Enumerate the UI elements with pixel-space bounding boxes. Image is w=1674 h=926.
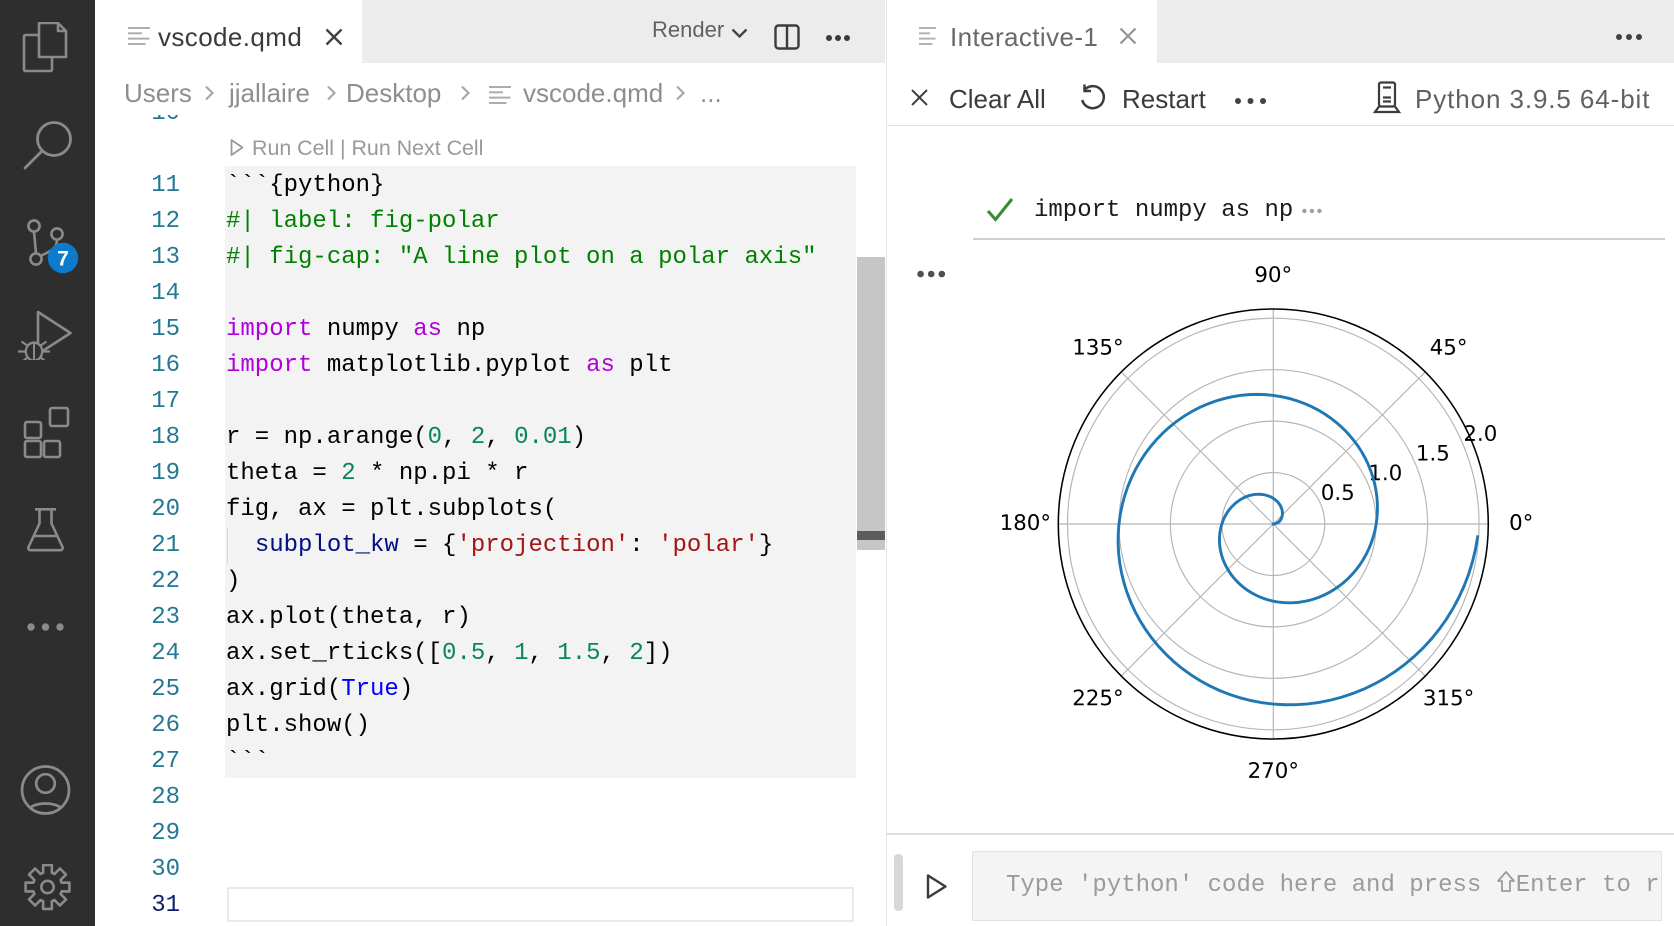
svg-text:7: 7 bbox=[57, 248, 69, 271]
